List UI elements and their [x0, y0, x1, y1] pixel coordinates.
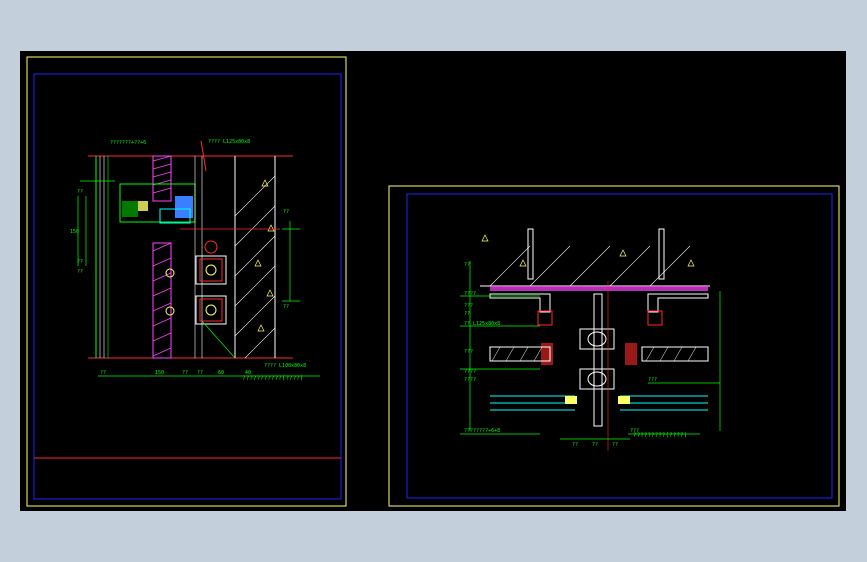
left-dim-bottom-1: 150: [155, 370, 164, 376]
right-dim-bottom-1: ??: [592, 442, 598, 448]
right-label-left-8: ????????+6+8: [464, 428, 500, 434]
right-label-left-5: ???: [464, 349, 473, 355]
right-label-left-3: ??: [464, 311, 470, 317]
left-dim-bottom-4: 60: [218, 370, 224, 376]
left-dim-left-0: ??: [77, 189, 83, 195]
right-label-left-1: ????: [464, 291, 476, 297]
left-annot-bottom: ???? L100x80x8: [264, 363, 306, 369]
right-detail-title: ?????????(????): [633, 432, 687, 439]
right-dim-bottom-0: ??: [572, 442, 578, 448]
right-label-right-1: ???: [648, 377, 657, 383]
right-label-left-0: ??: [464, 262, 470, 268]
right-label-left-4: ?? L125x80x8: [464, 321, 500, 327]
right-drawing-sheet[interactable]: ?? ???? ??? ?? ?? L125x80x8 ??? ???? ???…: [388, 185, 840, 507]
left-annot-right-2: ??: [283, 304, 289, 310]
right-sheet-border: [406, 193, 833, 499]
left-section-detail: [88, 140, 293, 359]
left-dim-bottom-2: ??: [182, 370, 188, 376]
left-drawing-sheet[interactable]: ???????+??+6 ???? L125x80x8 ?? ?? ???? L…: [26, 56, 347, 507]
left-annot-top-1: ???????+??+6: [110, 140, 146, 146]
left-sheet-border: [33, 73, 342, 500]
left-detail-title: ???????????(????): [242, 375, 303, 382]
right-label-left-7: ????: [464, 377, 476, 383]
left-annot-right-1: ??: [283, 209, 289, 215]
cad-model-space[interactable]: ???????+??+6 ???? L125x80x8 ?? ?? ???? L…: [20, 51, 846, 511]
left-sheet-frame: [26, 56, 347, 507]
left-dim-bottom-0: ??: [100, 370, 106, 376]
left-annot-top-2: ???? L125x80x8: [208, 139, 250, 145]
left-dim-bottom-5: 40: [245, 370, 251, 376]
left-dim-left-1: 150: [70, 229, 79, 235]
left-dim-bottom-3: ??: [197, 370, 203, 376]
right-section-detail: [480, 228, 710, 451]
left-dim-left-3: ??: [77, 269, 83, 275]
right-dim-bottom-2: ??: [612, 442, 618, 448]
left-dim-left-2: ??: [77, 259, 83, 265]
right-label-left-6: ????: [464, 369, 476, 375]
right-label-left-2: ???: [464, 303, 473, 309]
